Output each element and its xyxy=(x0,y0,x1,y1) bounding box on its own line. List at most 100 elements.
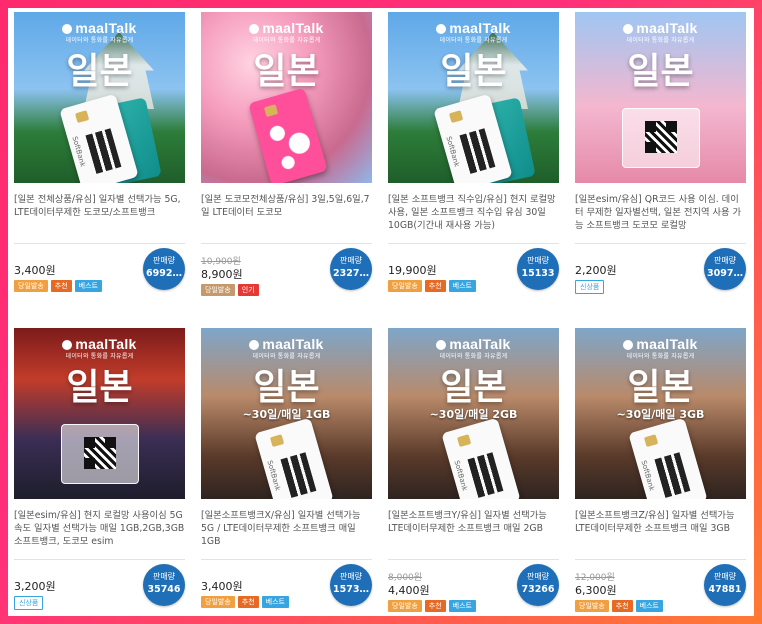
product-price: 3,400원 xyxy=(14,264,56,277)
product-description[interactable]: [일본소프트뱅크Z/유심] 일자별 선택가능 LTE데이터무제한 소프트뱅크 매… xyxy=(575,509,746,553)
speech-bubble-icon xyxy=(249,340,260,350)
speech-bubble-icon xyxy=(62,340,73,350)
product-description[interactable]: [일본 전체상품/유심] 일자별 선택가능 5G, LTE데이터무제한 도코모/… xyxy=(14,193,185,237)
product-price: 6,300원 xyxy=(575,584,617,597)
product-description[interactable]: [일본소프트뱅크X/유심] 일자별 선택가능 5G / LTE데이터무제한 소프… xyxy=(201,509,372,553)
product-price: 19,900원 xyxy=(388,264,437,277)
product-title-overlay: 일본 xyxy=(440,51,507,92)
tag-same-day: 당일발송 xyxy=(388,280,422,292)
product-price: 2,200원 xyxy=(575,264,617,277)
product-title-overlay: 일본 xyxy=(627,51,694,92)
product-thumbnail[interactable]: maalTalk 데이터와 통화를 자유롭게 일본 xyxy=(14,328,185,499)
product-card[interactable]: maalTalk 데이터와 통화를 자유롭게 일본 SoftBank [일본 전체… xyxy=(14,12,185,300)
brand-logo: maalTalk 데이터와 통화를 자유롭게 xyxy=(201,336,372,360)
plan-caption: ~30일/매일 3GB xyxy=(616,408,705,421)
brand-logo: maalTalk 데이터와 통화를 자유롭게 xyxy=(575,20,746,44)
brand-logo: maalTalk 데이터와 통화를 자유롭게 xyxy=(14,336,185,360)
product-card[interactable]: maalTalk 데이터와 통화를 자유롭게 일본 [일본 도코모전체상품/유심]… xyxy=(201,12,372,300)
plan-caption: ~30일/매일 1GB xyxy=(242,408,331,421)
sim-card-icon: SoftBank xyxy=(254,417,334,499)
speech-bubble-icon xyxy=(436,340,447,350)
brand-logo: maalTalk 데이터와 통화를 자유롭게 xyxy=(388,20,559,44)
tag-list: 당일발송 추천 베스트 xyxy=(201,596,289,608)
qr-frame xyxy=(61,424,139,484)
product-price: 8,900원 xyxy=(201,268,243,281)
tag-list: 당일발송 추천 베스트 xyxy=(388,280,476,292)
tag-best: 베스트 xyxy=(635,600,663,612)
product-description[interactable]: [일본esim/유심] QR코드 사용 이심. 데이터 무제한 일자별선택, 일… xyxy=(575,193,746,237)
sales-badge: 판매량 35746 xyxy=(143,564,185,606)
product-title-overlay: 일본 xyxy=(440,367,507,408)
product-thumbnail[interactable]: maalTalk 데이터와 통화를 자유롭게 일본 ~30일/매일 2GB Sof… xyxy=(388,328,559,499)
speech-bubble-icon xyxy=(623,24,634,34)
product-card[interactable]: maalTalk 데이터와 통화를 자유롭게 일본 [일본esim/유심] QR코… xyxy=(575,12,746,300)
tag-list: 신상품 xyxy=(575,280,605,294)
sales-badge: 판매량 6992… xyxy=(143,248,185,290)
sim-card-icon: SoftBank xyxy=(441,417,521,499)
product-title-overlay: 일본 xyxy=(253,367,320,408)
sales-badge: 판매량 15133 xyxy=(517,248,559,290)
product-list-frame: maalTalk 데이터와 통화를 자유롭게 일본 SoftBank [일본 전체… xyxy=(8,8,754,616)
tag-same-day: 당일발송 xyxy=(201,284,235,296)
tag-recommend: 추천 xyxy=(237,596,259,608)
tag-list: 당일발송 추천 베스트 xyxy=(388,600,476,612)
product-card[interactable]: maalTalk 데이터와 통화를 자유롭게 일본 ~30일/매일 3GB Sof… xyxy=(575,328,746,616)
tag-new: 신상품 xyxy=(14,596,44,610)
product-card[interactable]: maalTalk 데이터와 통화를 자유롭게 일본 ~30일/매일 2GB Sof… xyxy=(388,328,559,616)
tag-list: 신상품 xyxy=(14,596,44,610)
tag-best: 베스트 xyxy=(448,600,476,612)
product-thumbnail[interactable]: maalTalk 데이터와 통화를 자유롭게 일본 xyxy=(201,12,372,183)
tag-recommend: 추천 xyxy=(424,280,446,292)
tag-list: 당일발송 추천 베스트 xyxy=(14,280,102,292)
tag-best: 베스트 xyxy=(261,596,289,608)
product-card[interactable]: maalTalk 데이터와 통화를 자유롭게 일본 SoftBank [일본 소프… xyxy=(388,12,559,300)
sales-badge: 판매량 73266 xyxy=(517,564,559,606)
product-description[interactable]: [일본소프트뱅크Y/유심] 일자별 선택가능 LTE데이터무제한 소프트뱅크 매… xyxy=(388,509,559,553)
product-title-overlay: 일본 xyxy=(66,367,133,408)
tag-best: 베스트 xyxy=(74,280,102,292)
qr-code-icon xyxy=(84,437,116,469)
product-price: 3,200원 xyxy=(14,580,56,593)
plan-caption: ~30일/매일 2GB xyxy=(429,408,518,421)
tag-list: 당일발송 인기 xyxy=(201,284,259,296)
tag-recommend: 추천 xyxy=(611,600,633,612)
product-card[interactable]: maalTalk 데이터와 통화를 자유롭게 일본 [일본esim/유심] 현지 … xyxy=(14,328,185,616)
tag-popular: 인기 xyxy=(237,284,259,296)
product-thumbnail[interactable]: maalTalk 데이터와 통화를 자유롭게 일본 ~30일/매일 1GB Sof… xyxy=(201,328,372,499)
product-thumbnail[interactable]: maalTalk 데이터와 통화를 자유롭게 일본 ~30일/매일 3GB Sof… xyxy=(575,328,746,499)
tag-same-day: 당일발송 xyxy=(575,600,609,612)
product-grid: maalTalk 데이터와 통화를 자유롭게 일본 SoftBank [일본 전체… xyxy=(14,12,754,616)
qr-frame xyxy=(622,108,700,168)
tag-list: 당일발송 추천 베스트 xyxy=(575,600,663,612)
speech-bubble-icon xyxy=(249,24,260,34)
tag-best: 베스트 xyxy=(448,280,476,292)
speech-bubble-icon xyxy=(623,340,634,350)
tag-new: 신상품 xyxy=(575,280,605,294)
tag-recommend: 추천 xyxy=(50,280,72,292)
sales-badge: 판매량 3097… xyxy=(704,248,746,290)
product-title-overlay: 일본 xyxy=(627,367,694,408)
brand-logo: maalTalk 데이터와 통화를 자유롭게 xyxy=(201,20,372,44)
brand-logo: maalTalk 데이터와 통화를 자유롭게 xyxy=(575,336,746,360)
product-thumbnail[interactable]: maalTalk 데이터와 통화를 자유롭게 일본 SoftBank xyxy=(388,12,559,183)
product-description[interactable]: [일본 소프트뱅크 직수입/유심] 현지 로컬망 사용, 일본 소프트뱅크 직수… xyxy=(388,193,559,237)
tag-same-day: 당일발송 xyxy=(388,600,422,612)
brand-logo: maalTalk 데이터와 통화를 자유롭게 xyxy=(14,20,185,44)
sales-badge: 판매량 1573… xyxy=(330,564,372,606)
product-price: 4,400원 xyxy=(388,584,430,597)
sim-card-icon xyxy=(248,87,328,183)
sales-badge: 판매량 2327… xyxy=(330,248,372,290)
product-price: 3,400원 xyxy=(201,580,243,593)
product-description[interactable]: [일본esim/유심] 현지 로컬망 사용이심 5G 속도 일자별 선택가능 매… xyxy=(14,509,185,553)
tag-same-day: 당일발송 xyxy=(14,280,48,292)
product-description[interactable]: [일본 도코모전체상품/유심] 3일,5일,6일,7일 LTE데이터 도코모 xyxy=(201,193,372,237)
product-thumbnail[interactable]: maalTalk 데이터와 통화를 자유롭게 일본 SoftBank xyxy=(14,12,185,183)
speech-bubble-icon xyxy=(436,24,447,34)
brand-logo: maalTalk 데이터와 통화를 자유롭게 xyxy=(388,336,559,360)
qr-code-icon xyxy=(645,121,677,153)
product-title-overlay: 일본 xyxy=(66,51,133,92)
product-thumbnail[interactable]: maalTalk 데이터와 통화를 자유롭게 일본 xyxy=(575,12,746,183)
product-card[interactable]: maalTalk 데이터와 통화를 자유롭게 일본 ~30일/매일 1GB Sof… xyxy=(201,328,372,616)
product-title-overlay: 일본 xyxy=(253,51,320,92)
sim-card-icon: SoftBank xyxy=(628,417,708,499)
